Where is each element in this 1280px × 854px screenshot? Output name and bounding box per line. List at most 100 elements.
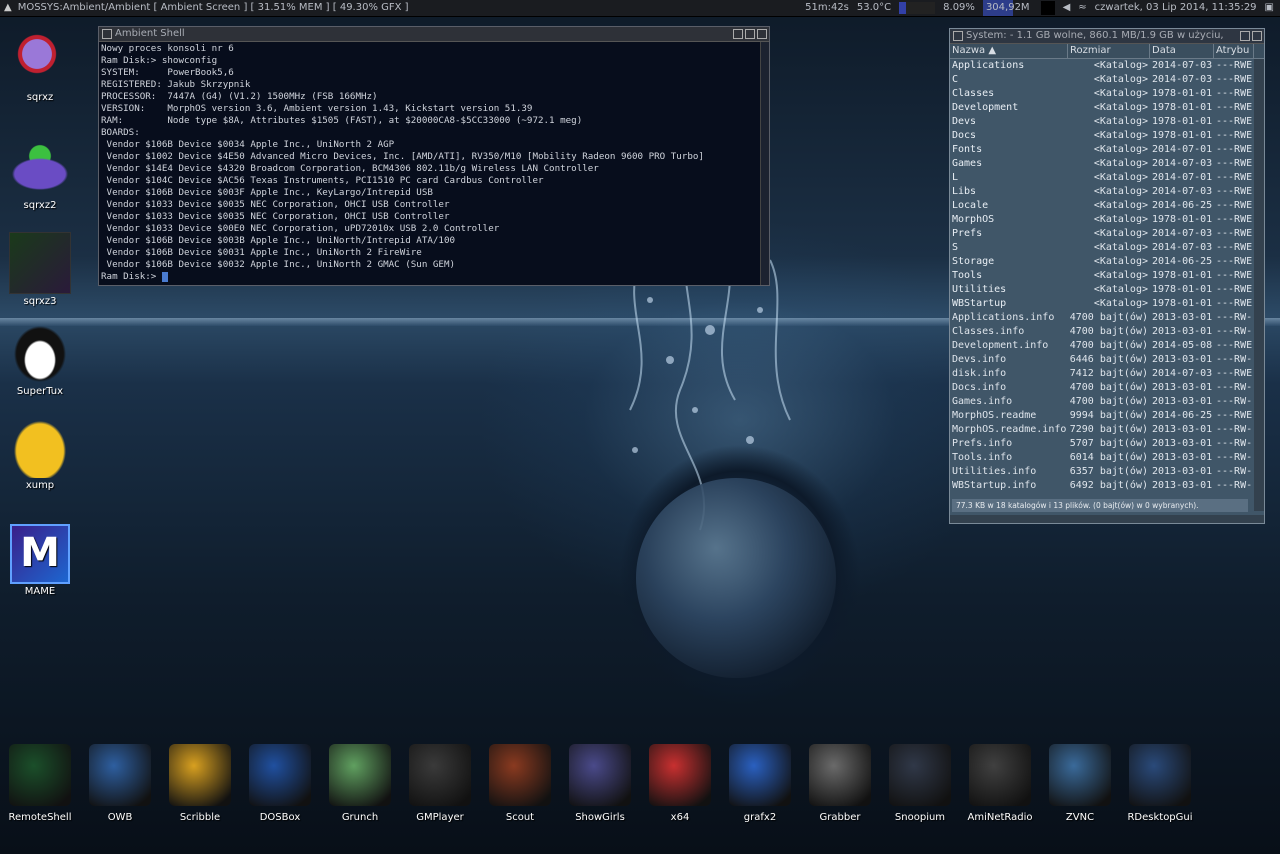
ambient-shell-window[interactable]: Ambient Shell Nowy proces konsoli nr 6 R… — [98, 26, 770, 286]
desktop-icon-sqrxz2[interactable]: sqrxz2 — [0, 138, 80, 211]
dock-item-snoopium[interactable]: Snoopium — [882, 740, 958, 823]
shell-scrollbar[interactable] — [760, 42, 769, 285]
table-row[interactable]: Storage <Katalog> 2014-06-25 ---RWE — [950, 255, 1264, 269]
table-row[interactable]: disk.info 7412 bajt(ów) 2014-07-03 ---RWE — [950, 367, 1264, 381]
close-icon[interactable] — [953, 31, 963, 41]
screen-depth-icon[interactable]: ▣ — [1265, 0, 1274, 16]
table-row[interactable]: WBStartup <Katalog> 1978-01-01 ---RWE — [950, 297, 1264, 311]
shell-line: Vendor $106B Device $003F Apple Inc., Ke… — [101, 187, 433, 198]
file-size: 6014 bajt(ów) — [1069, 452, 1148, 463]
dock-item-scribble[interactable]: Scribble — [162, 740, 238, 823]
file-name: C — [952, 74, 959, 85]
file-size: 9994 bajt(ów) — [1069, 410, 1148, 421]
dock-item-scout[interactable]: Scout — [482, 740, 558, 823]
dock-item-grabber[interactable]: Grabber — [802, 740, 878, 823]
file-attr: ---RWE — [1216, 102, 1253, 113]
table-row[interactable]: Utilities <Katalog> 1978-01-01 ---RWE — [950, 283, 1264, 297]
zoom-icon[interactable] — [745, 29, 755, 39]
table-row[interactable]: Libs <Katalog> 2014-07-03 ---RWE — [950, 185, 1264, 199]
table-row[interactable]: Fonts <Katalog> 2014-07-01 ---RWE — [950, 143, 1264, 157]
file-list-hscrollbar[interactable] — [950, 515, 1264, 523]
file-attr: ---RWE — [1216, 284, 1253, 295]
table-row[interactable]: Prefs <Katalog> 2014-07-03 ---RWE — [950, 227, 1264, 241]
column-header-name[interactable]: Nazwa ▲ — [950, 44, 1068, 58]
table-row[interactable]: Prefs.info 5707 bajt(ów) 2013-03-01 ---RW- — [950, 437, 1264, 451]
desktop-icon-supertux[interactable]: SuperTux — [0, 324, 80, 397]
dock-label: AmiNetRadio — [967, 812, 1033, 823]
compass-icon — [89, 744, 151, 806]
table-row[interactable]: Classes <Katalog> 1978-01-01 ---RWE — [950, 87, 1264, 101]
dock-label: ZVNC — [1065, 812, 1095, 823]
table-row[interactable]: Games.info 4700 bajt(ów) 2013-03-01 ---RW- — [950, 395, 1264, 409]
file-date: 2013-03-01 — [1152, 326, 1213, 337]
system-menu-icon[interactable]: ▲ — [4, 0, 12, 16]
table-row[interactable]: L <Katalog> 2014-07-01 ---RWE — [950, 171, 1264, 185]
table-row[interactable]: C <Katalog> 2014-07-03 ---RWE — [950, 73, 1264, 87]
table-row[interactable]: Tools.info 6014 bajt(ów) 2013-03-01 ---RW- — [950, 451, 1264, 465]
file-date: 2014-07-03 — [1152, 158, 1213, 169]
table-row[interactable]: Locale <Katalog> 2014-06-25 ---RWE — [950, 199, 1264, 213]
depth-icon[interactable] — [757, 29, 767, 39]
file-size: <Katalog> — [1093, 172, 1148, 183]
dock-item-zvnc[interactable]: ZVNC — [1042, 740, 1118, 823]
table-row[interactable]: Classes.info 4700 bajt(ów) 2013-03-01 ---RW… — [950, 325, 1264, 339]
table-row[interactable]: MorphOS.readme 9994 bajt(ów) 2014-06-25 ---… — [950, 409, 1264, 423]
file-date: 2014-06-25 — [1152, 256, 1213, 267]
dock-item-grafx2[interactable]: grafx2 — [722, 740, 798, 823]
column-header-attr[interactable]: Atrybu — [1214, 44, 1254, 58]
table-row[interactable]: MorphOS.readme.info 7290 bajt(ów) 2013-03-… — [950, 423, 1264, 437]
shell-line: Vendor $106B Device $0031 Apple Inc., Un… — [101, 247, 422, 258]
table-row[interactable]: Games <Katalog> 2014-07-03 ---RWE — [950, 157, 1264, 171]
dock-item-remoteshell[interactable]: RemoteShell — [2, 740, 78, 823]
file-name: WBStartup — [952, 298, 1007, 309]
desktop-icon-sqrxz[interactable]: sqrxz — [0, 30, 80, 103]
dock-item-x64[interactable]: x64 — [642, 740, 718, 823]
magnifier-girl-icon — [569, 744, 631, 806]
file-size: <Katalog> — [1093, 214, 1148, 225]
shell-titlebar[interactable]: Ambient Shell — [99, 27, 769, 42]
dock-item-gmplayer[interactable]: GMPlayer — [402, 740, 478, 823]
file-list-scrollbar[interactable] — [1254, 59, 1264, 511]
volume-icon[interactable]: ◀ — [1063, 0, 1071, 16]
table-row[interactable]: Docs <Katalog> 1978-01-01 ---RWE — [950, 129, 1264, 143]
dock-item-grunch[interactable]: Grunch — [322, 740, 398, 823]
system-titlebar[interactable]: System: - 1.1 GB wolne, 860.1 MB/1.9 GB … — [950, 29, 1264, 44]
desktop-icon-sqrxz3[interactable]: sqrxz3 — [0, 232, 80, 307]
table-row[interactable]: Devs.info 6446 bajt(ów) 2013-03-01 ---RW- — [950, 353, 1264, 367]
magic-hat-icon — [809, 744, 871, 806]
commodore-icon — [649, 744, 711, 806]
depth-icon[interactable] — [1252, 31, 1262, 41]
table-row[interactable]: Utilities.info 6357 bajt(ów) 2013-03-01 ---… — [950, 465, 1264, 479]
iconify-icon[interactable] — [733, 29, 743, 39]
wifi-icon[interactable]: ≈ — [1078, 0, 1086, 16]
dock-item-rdesktopgui[interactable]: RDesktopGui — [1122, 740, 1198, 823]
table-row[interactable]: S <Katalog> 2014-07-03 ---RWE — [950, 241, 1264, 255]
table-row[interactable]: Development <Katalog> 1978-01-01 ---RWE — [950, 101, 1264, 115]
file-name: S — [952, 242, 959, 253]
table-row[interactable]: Applications <Katalog> 2014-07-03 ---RWE — [950, 59, 1264, 73]
zoom-icon[interactable] — [1240, 31, 1250, 41]
file-name: MorphOS.readme.info — [952, 424, 1067, 435]
table-row[interactable]: WBStartup.info 6492 bajt(ów) 2013-03-01 ---… — [950, 479, 1264, 493]
close-icon[interactable] — [102, 29, 112, 39]
table-row[interactable]: Applications.info 4700 bajt(ów) 2013-03-01… — [950, 311, 1264, 325]
dock-item-owb[interactable]: OWB — [82, 740, 158, 823]
dock-label: ShowGirls — [575, 812, 625, 823]
globe-icon — [1049, 744, 1111, 806]
table-row[interactable]: Tools <Katalog> 1978-01-01 ---RWE — [950, 269, 1264, 283]
desktop-icon-xump[interactable]: xump — [0, 418, 80, 491]
column-header-date[interactable]: Data — [1150, 44, 1214, 58]
column-header-size[interactable]: Rozmiar — [1068, 44, 1150, 58]
shell-output[interactable]: Nowy proces konsoli nr 6 Ram Disk:> show… — [99, 42, 769, 284]
dock-item-dosbox[interactable]: DOSBox — [242, 740, 318, 823]
table-row[interactable]: MorphOS <Katalog> 1978-01-01 ---RWE — [950, 213, 1264, 227]
dock-item-showgirls[interactable]: ShowGirls — [562, 740, 638, 823]
top-status-bar: ▲ MOSSYS:Ambient/Ambient [ Ambient Scree… — [0, 0, 1280, 17]
file-name: Locale — [952, 200, 989, 211]
system-drawer-window[interactable]: System: - 1.1 GB wolne, 860.1 MB/1.9 GB … — [949, 28, 1265, 524]
desktop-icon-mame[interactable]: M MAME — [0, 524, 80, 597]
dock-item-aminetradio[interactable]: AmiNetRadio — [962, 740, 1038, 823]
table-row[interactable]: Development.info 4700 bajt(ów) 2014-05-08-… — [950, 339, 1264, 353]
table-row[interactable]: Docs.info 4700 bajt(ów) 2013-03-01 ---RW- — [950, 381, 1264, 395]
table-row[interactable]: Devs <Katalog> 1978-01-01 ---RWE — [950, 115, 1264, 129]
